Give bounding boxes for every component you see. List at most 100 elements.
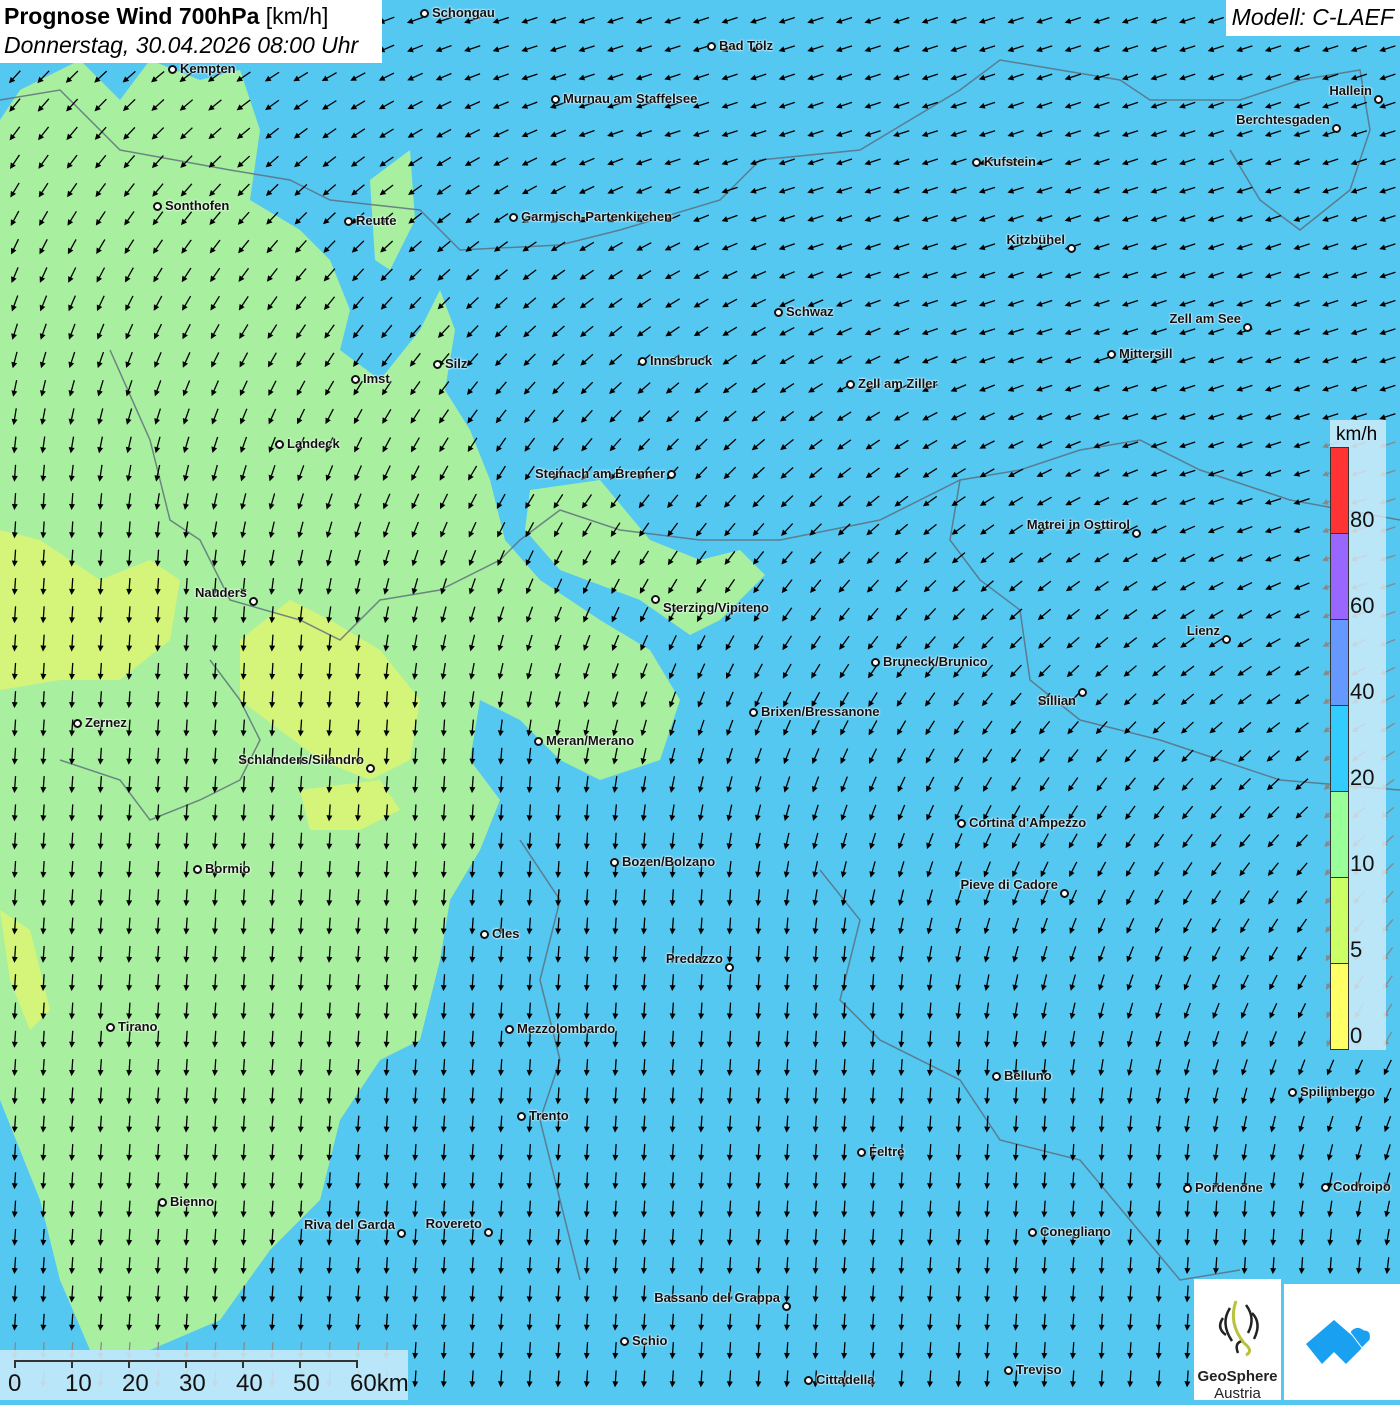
city-label: Mezzolombardo <box>517 1021 616 1036</box>
scale-label: 40 <box>236 1370 263 1397</box>
city-label: Meran/Merano <box>546 733 635 748</box>
city-label: Sonthofen <box>165 198 230 213</box>
scale-tick <box>71 1360 73 1368</box>
city-marker <box>274 439 284 449</box>
city-marker <box>781 1301 791 1311</box>
city-marker <box>550 94 560 104</box>
legend-color-band <box>1330 963 1349 1050</box>
city-marker <box>1066 243 1076 253</box>
city-marker <box>637 356 647 366</box>
wind-zone-10-20-north <box>370 150 415 270</box>
scale-label: 60km <box>350 1370 409 1397</box>
city-marker <box>706 41 716 51</box>
city-label: Steinach am Brenner <box>534 466 665 481</box>
city-marker <box>350 374 360 384</box>
city-marker <box>1131 528 1141 538</box>
city-marker <box>956 818 966 828</box>
geosphere-country: Austria <box>1214 1385 1261 1402</box>
model-label: Modell: C-LAEF <box>1225 0 1400 36</box>
city-marker <box>157 1197 167 1207</box>
city-marker <box>1182 1183 1192 1193</box>
forecast-datetime: Donnerstag, 30.04.2026 08:00 Uhr <box>4 32 359 58</box>
city-marker <box>1331 123 1341 133</box>
scale-label: 20 <box>122 1370 149 1397</box>
city-label: Garmisch-Partenkirchen <box>521 209 673 224</box>
city-label: Schwaz <box>786 304 834 319</box>
mountain-cloud-icon <box>1306 1320 1371 1364</box>
city-marker <box>870 657 880 667</box>
title-main: Prognose Wind 700hPa <box>4 3 260 29</box>
scale-label: 30 <box>179 1370 206 1397</box>
legend-tick-label: 60 <box>1350 593 1375 618</box>
city-label: Trento <box>529 1108 569 1123</box>
city-marker <box>432 359 442 369</box>
city-marker <box>343 216 353 226</box>
city-label: Treviso <box>1016 1362 1062 1377</box>
city-marker <box>803 1375 813 1385</box>
city-label: Rovereto <box>425 1216 482 1231</box>
city-label: Imst <box>363 371 390 386</box>
city-label: Kempten <box>180 61 236 76</box>
city-label: Belluno <box>1004 1068 1052 1083</box>
city-marker <box>748 707 758 717</box>
city-marker <box>650 594 660 604</box>
geosphere-logo[interactable]: GeoSphere Austria <box>1194 1279 1281 1402</box>
scale-bar: 0 10 20 30 40 50 60km <box>0 1350 409 1400</box>
city-label: Bozen/Bolzano <box>622 854 716 869</box>
city-label: Predazzo <box>665 951 723 966</box>
city-marker <box>396 1228 406 1238</box>
scale-label: 0 <box>8 1370 22 1397</box>
city-marker <box>1077 687 1087 697</box>
legend-color-band <box>1330 791 1349 878</box>
city-label: Murnau am Staffelsee <box>563 91 698 106</box>
scale-tick <box>299 1360 301 1368</box>
city-marker <box>192 864 202 874</box>
city-label: Bruneck/Brunico <box>883 654 988 669</box>
city-label: Zernez <box>85 715 127 730</box>
city-label: Landeck <box>287 436 340 451</box>
city-label: Schlanders/Silandro <box>238 752 364 767</box>
geosphere-swirl-icon <box>1218 1300 1259 1357</box>
city-marker <box>533 736 543 746</box>
city-marker <box>609 857 619 867</box>
city-marker <box>991 1071 1001 1081</box>
city-marker <box>1373 94 1383 104</box>
title-box: Prognose Wind 700hPa [km/h] Donnerstag, … <box>0 0 382 63</box>
scale-tick <box>242 1360 244 1368</box>
city-marker <box>1242 322 1252 332</box>
city-marker <box>666 469 676 479</box>
legend-color-band <box>1330 877 1349 964</box>
city-marker <box>1003 1365 1013 1375</box>
city-label: Lienz <box>1186 623 1220 638</box>
app-logo[interactable] <box>1284 1284 1400 1400</box>
city-label: Kitzbühel <box>1006 232 1066 247</box>
geosphere-name: GeoSphere <box>1197 1368 1278 1385</box>
city-marker <box>1059 888 1069 898</box>
city-marker <box>483 1227 493 1237</box>
city-label: Brixen/Bressanone <box>761 704 880 719</box>
city-marker <box>1027 1227 1037 1237</box>
city-label: Sterzing/Vipiteno <box>663 600 769 615</box>
city-label: Zell am See <box>1169 311 1241 326</box>
legend-tick-label: 10 <box>1350 851 1375 876</box>
city-marker <box>508 212 518 222</box>
city-label: Cittadella <box>816 1372 875 1387</box>
city-marker <box>248 596 258 606</box>
city-marker <box>971 157 981 167</box>
city-label: Feltre <box>869 1144 905 1159</box>
scale-tick <box>128 1360 130 1368</box>
city-marker <box>419 8 429 18</box>
legend-color-band <box>1330 533 1349 620</box>
city-marker <box>152 201 162 211</box>
legend-tick-label: 80 <box>1350 507 1375 532</box>
city-marker <box>619 1336 629 1346</box>
city-label: Cles <box>492 926 520 941</box>
city-label: Bad Tölz <box>719 38 774 53</box>
city-label: Spilimbergo <box>1300 1084 1376 1099</box>
legend-color-band <box>1330 705 1349 792</box>
city-label: Innsbruck <box>650 353 713 368</box>
city-marker <box>105 1022 115 1032</box>
city-marker <box>516 1111 526 1121</box>
city-label: Matrei in Osttirol <box>1026 517 1130 532</box>
city-marker <box>479 929 489 939</box>
